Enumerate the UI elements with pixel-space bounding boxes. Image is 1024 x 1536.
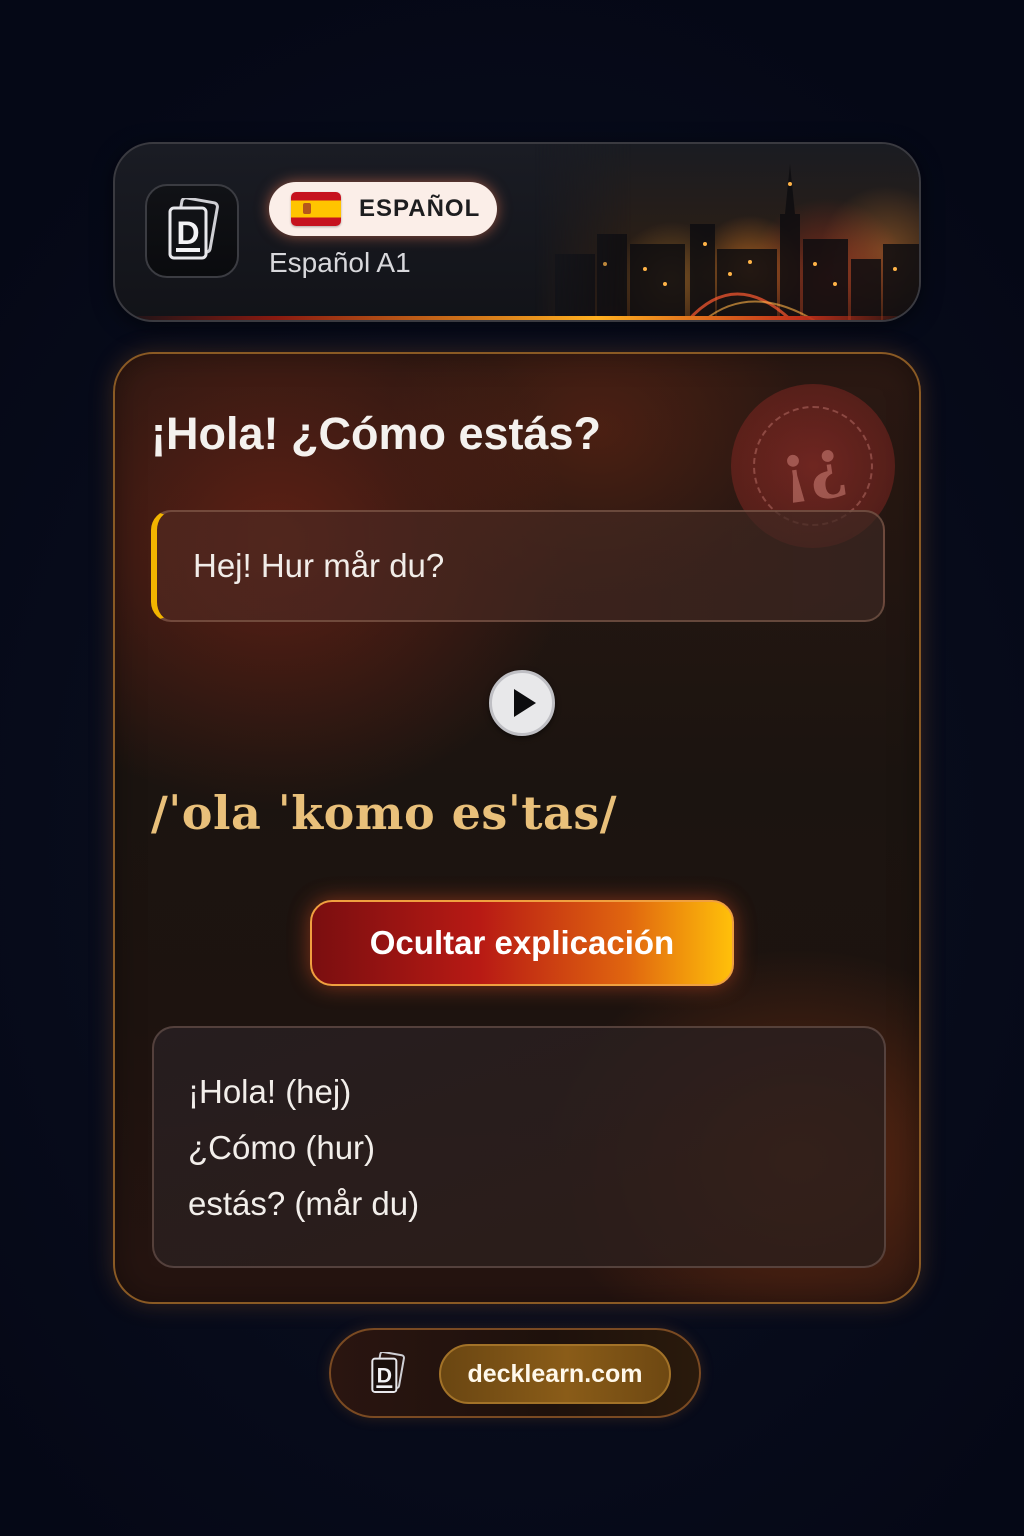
language-badge[interactable]: ESPAÑOL [269,182,497,236]
play-audio-button[interactable] [489,670,555,736]
decklearn-logo-icon: D [367,1352,407,1396]
translation-box: Hej! Hur mår du? [151,510,885,622]
explanation-line: ¿Cómo (hur) [188,1129,376,1166]
spain-flag-icon [291,192,341,226]
flashcard: ¡¿ ¡Hola! ¿Cómo estás? Hej! Hur mår du? … [113,352,921,1304]
explanation-line: ¡Hola! (hej) [188,1073,352,1110]
decklearn-logo-icon: D [145,184,239,278]
website-label: decklearn.com [467,1359,643,1388]
play-icon [514,689,536,717]
explanation-box: ¡Hola! (hej) ¿Cómo (hur) estás? (mår du) [152,1026,886,1268]
explanation-line: estás? (mår du) [188,1185,420,1222]
hide-explanation-button[interactable]: Ocultar explicación [310,900,734,986]
deck-level-label: Español A1 [269,247,411,278]
header-accent-line [115,316,919,320]
website-link[interactable]: decklearn.com [439,1344,671,1404]
phrase-title: ¡Hola! ¿Cómo estás? [151,408,602,459]
city-skyline-banner [535,144,919,320]
language-label: ESPAÑOL [359,195,481,222]
watermark-glyph: ¡¿ [775,424,851,508]
svg-text:D: D [377,1364,392,1388]
svg-text:D: D [176,215,199,251]
hide-explanation-label: Ocultar explicación [369,924,675,961]
footer-brand: D decklearn.com [329,1328,701,1418]
deck-header: D ESPAÑOL Español A1 [113,142,921,322]
ipa-transcription: /ˈola ˈkomo esˈtas/ [151,786,618,840]
translation-text: Hej! Hur mår du? [193,547,445,584]
